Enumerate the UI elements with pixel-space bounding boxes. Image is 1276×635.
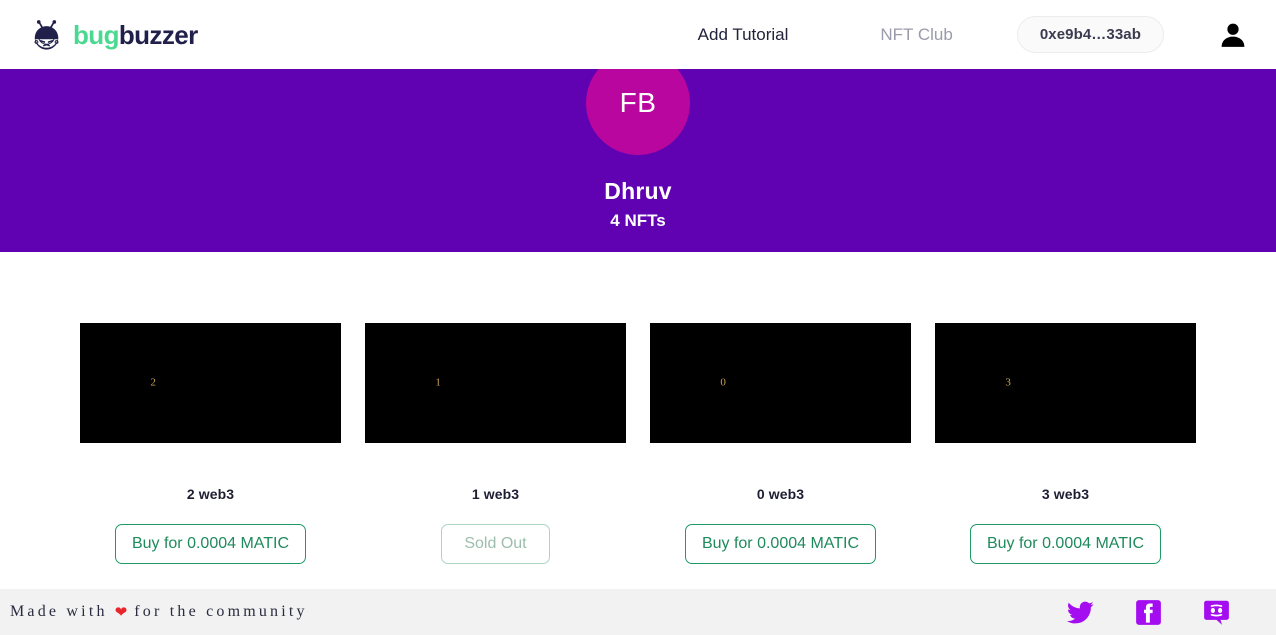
person-icon[interactable] <box>1218 20 1248 50</box>
nft-card-grid: 2 2 web3 Buy for 0.0004 MATIC 1 1 web3 S… <box>0 252 1276 565</box>
nft-media-number: 1 <box>435 376 441 389</box>
nft-media-thumbnail[interactable]: 0 <box>650 323 911 443</box>
discord-icon[interactable] <box>1203 599 1230 626</box>
nft-buy-button[interactable]: Buy for 0.0004 MATIC <box>969 524 1162 565</box>
nft-title: 1 web3 <box>471 486 520 502</box>
profile-nft-count: 4 NFTs <box>610 211 666 230</box>
nft-card: 3 3 web3 Buy for 0.0004 MATIC <box>935 323 1196 565</box>
nft-title: 3 web3 <box>1041 486 1090 502</box>
site-footer: Made with ❤ for the community <box>0 589 1276 635</box>
nft-title: 0 web3 <box>756 486 805 502</box>
nft-media-number: 3 <box>1005 376 1011 389</box>
brand-wordmark-first: bug <box>73 19 119 50</box>
nft-media-thumbnail[interactable]: 2 <box>80 323 341 443</box>
brand-logo[interactable]: bugbuzzer <box>28 16 198 54</box>
nft-card: 0 0 web3 Buy for 0.0004 MATIC <box>650 323 911 565</box>
bug-logo-icon <box>28 16 66 54</box>
heart-icon: ❤ <box>114 604 128 621</box>
footer-tagline-before: Made with <box>10 603 108 620</box>
nft-media-thumbnail[interactable]: 1 <box>365 323 626 443</box>
nft-card: 1 1 web3 Sold Out <box>365 323 626 565</box>
nft-media-thumbnail[interactable]: 3 <box>935 323 1196 443</box>
nft-sold-out-button: Sold Out <box>441 524 550 565</box>
profile-avatar: FB <box>586 69 690 155</box>
site-header: bugbuzzer Add Tutorial NFT Club 0xe9b4…3… <box>0 0 1276 69</box>
nav-link-nft-club[interactable]: NFT Club <box>876 19 956 51</box>
profile-name: Dhruv <box>604 178 672 204</box>
brand-wordmark-second: buzzer <box>118 19 198 50</box>
facebook-icon[interactable] <box>1135 599 1162 626</box>
nft-collection-main: 2 2 web3 Buy for 0.0004 MATIC 1 1 web3 S… <box>0 252 1276 589</box>
nft-title: 2 web3 <box>186 486 235 502</box>
nft-buy-button[interactable]: Buy for 0.0004 MATIC <box>114 524 307 565</box>
header-nav: Add Tutorial NFT Club 0xe9b4…33ab <box>694 16 1248 53</box>
footer-social-links <box>1067 599 1248 626</box>
footer-tagline: Made with ❤ for the community <box>10 603 308 622</box>
nav-link-add-tutorial[interactable]: Add Tutorial <box>694 19 793 51</box>
nft-media-number: 2 <box>150 376 156 389</box>
footer-tagline-after: for the community <box>134 603 308 620</box>
profile-banner: FB Dhruv 4 NFTs <box>0 69 1276 252</box>
twitter-icon[interactable] <box>1067 599 1094 626</box>
nft-buy-button[interactable]: Buy for 0.0004 MATIC <box>684 524 877 565</box>
brand-wordmark: bugbuzzer <box>73 22 198 48</box>
nft-card: 2 2 web3 Buy for 0.0004 MATIC <box>80 323 341 565</box>
profile-avatar-initials: FB <box>619 87 657 118</box>
nft-media-number: 0 <box>720 376 726 389</box>
wallet-address-button[interactable]: 0xe9b4…33ab <box>1016 16 1164 53</box>
